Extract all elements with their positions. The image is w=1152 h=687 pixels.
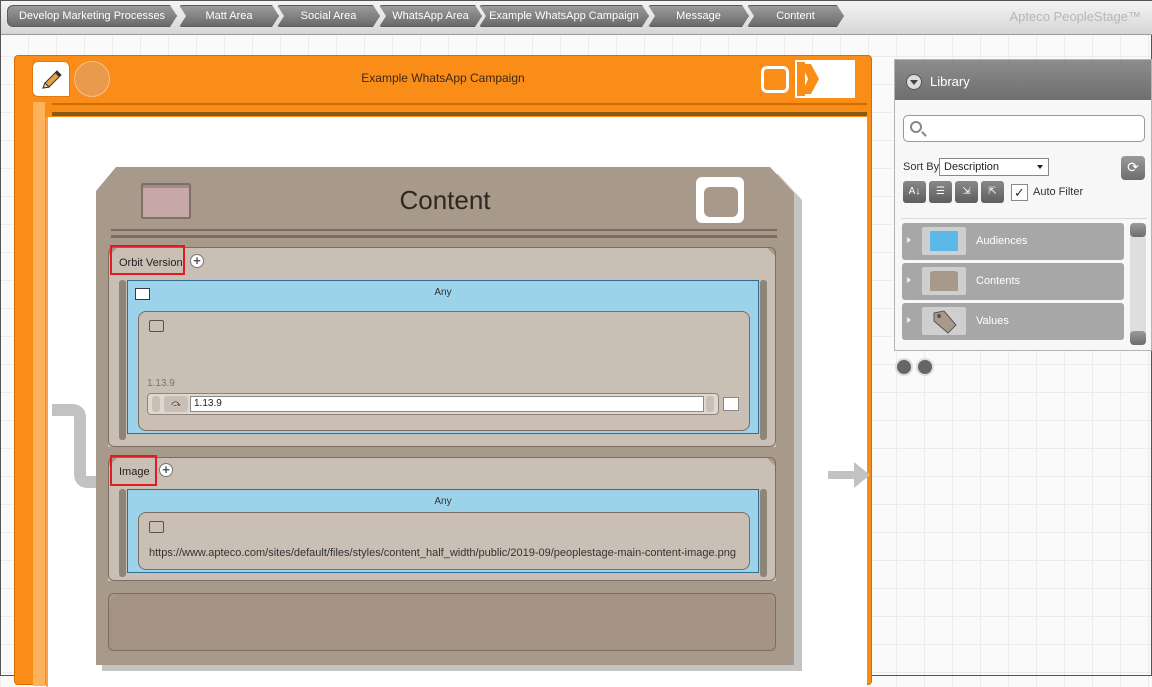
expand-arrow-icon[interactable]	[907, 237, 911, 243]
version-value-input[interactable]: 1.13.9	[190, 396, 704, 412]
value-checkbox[interactable]	[723, 397, 739, 411]
refresh-button[interactable]: ⟳	[1121, 156, 1145, 180]
brand-logo-text: Apteco PeopleStage™	[1009, 9, 1141, 24]
card-divider	[111, 229, 777, 231]
condition-label: Any	[434, 496, 452, 507]
row-handle-left[interactable]	[152, 396, 160, 412]
library-scrollbar[interactable]	[1130, 223, 1146, 345]
library-search-input[interactable]	[903, 115, 1145, 142]
breadcrumb-message[interactable]: Message	[648, 5, 749, 27]
text-type-icon[interactable]: ⤼	[164, 396, 188, 412]
content-card: Content Orbit Version + Any 1.13.9 ⤼ 1.1…	[96, 167, 794, 665]
export-icon[interactable]: ⇲	[955, 181, 978, 203]
import-icon[interactable]: ⇱	[981, 181, 1004, 203]
library-item-values[interactable]: Values	[902, 303, 1124, 340]
sort-az-icon[interactable]: A↓	[903, 181, 926, 203]
expand-arrow-icon[interactable]	[907, 317, 911, 323]
image-url-value[interactable]: https://www.apteco.com/sites/default/fil…	[149, 547, 736, 559]
list-order-icon[interactable]: ☰	[929, 181, 952, 203]
frame-icon[interactable]	[761, 66, 789, 93]
library-header: Library	[895, 60, 1151, 100]
tag-icon	[922, 307, 966, 335]
header-divider-dark	[52, 112, 867, 116]
add-orbit-version-button[interactable]: +	[190, 254, 204, 268]
library-panel: Library Sort By Description ⟳ A↓ ☰ ⇲ ⇱ ✓…	[894, 59, 1152, 351]
breadcrumb-social-area[interactable]: Social Area	[277, 5, 380, 27]
breadcrumb-matt-area[interactable]: Matt Area	[179, 5, 279, 27]
content-icon	[922, 267, 966, 295]
section-rail-right	[760, 280, 767, 440]
library-item-label: Contents	[976, 275, 1021, 287]
library-divider	[901, 218, 1147, 219]
library-arrow-button[interactable]	[895, 358, 913, 376]
campaign-header: Example WhatsApp Campaign	[15, 56, 871, 102]
audience-icon	[922, 227, 966, 255]
auto-filter-label: Auto Filter	[1033, 186, 1084, 198]
breadcrumb-example-whatsapp-campaign[interactable]: Example WhatsApp Campaign	[479, 5, 649, 27]
collapse-icon[interactable]	[906, 74, 922, 90]
value-block-icon	[149, 521, 164, 533]
value-editor-row: ⤼ 1.13.9	[147, 393, 719, 415]
library-pin-button[interactable]	[916, 358, 934, 376]
campaign-title: Example WhatsApp Campaign	[361, 71, 525, 85]
library-item-audiences[interactable]: Audiences	[902, 223, 1124, 260]
library-item-contents[interactable]: Contents	[902, 263, 1124, 300]
scroll-up-icon[interactable]	[1130, 223, 1146, 237]
empty-section	[108, 593, 776, 651]
header-divider	[52, 103, 867, 105]
sort-by-select[interactable]: Description	[939, 158, 1049, 176]
content-card-title: Content	[399, 185, 491, 215]
condition-label: Any	[434, 287, 452, 298]
breadcrumb-whatsapp-area[interactable]: WhatsApp Area	[379, 5, 482, 27]
condition-any-block: Any 1.13.9 ⤼ 1.13.9	[127, 280, 759, 434]
scroll-down-icon[interactable]	[1130, 331, 1146, 345]
highlight-box	[110, 455, 157, 486]
breadcrumb-develop-marketing-processes[interactable]: Develop Marketing Processes	[7, 5, 177, 27]
library-item-label: Values	[976, 315, 1009, 327]
condition-any-block: Any https://www.apteco.com/sites/default…	[127, 489, 759, 573]
value-block: 1.13.9 ⤼ 1.13.9	[138, 311, 750, 431]
section-rail-right	[760, 489, 767, 577]
row-handle-right[interactable]	[706, 396, 714, 412]
breadcrumb-bar: Develop Marketing Processes Matt Area So…	[1, 1, 1152, 35]
auto-filter-checkbox[interactable]: ✓	[1011, 184, 1028, 201]
value-caption: 1.13.9	[147, 378, 175, 389]
value-block: https://www.apteco.com/sites/default/fil…	[138, 512, 750, 570]
expand-button[interactable]	[696, 177, 744, 223]
highlight-box	[110, 245, 185, 275]
breadcrumb-content[interactable]: Content	[747, 5, 844, 27]
sort-by-label: Sort By	[903, 161, 940, 173]
library-item-label: Audiences	[976, 235, 1028, 247]
library-title: Library	[930, 74, 970, 89]
expand-arrow-icon[interactable]	[907, 277, 911, 283]
campaign-left-rail	[33, 102, 45, 686]
add-image-button[interactable]: +	[159, 463, 173, 477]
next-step-button[interactable]	[795, 60, 855, 98]
search-icon	[910, 121, 922, 133]
value-block-icon	[149, 320, 164, 332]
connector-arrow-out-icon	[828, 462, 870, 488]
section-rail-left	[119, 489, 126, 577]
card-divider-thick	[111, 235, 777, 238]
section-rail-left	[119, 280, 126, 440]
